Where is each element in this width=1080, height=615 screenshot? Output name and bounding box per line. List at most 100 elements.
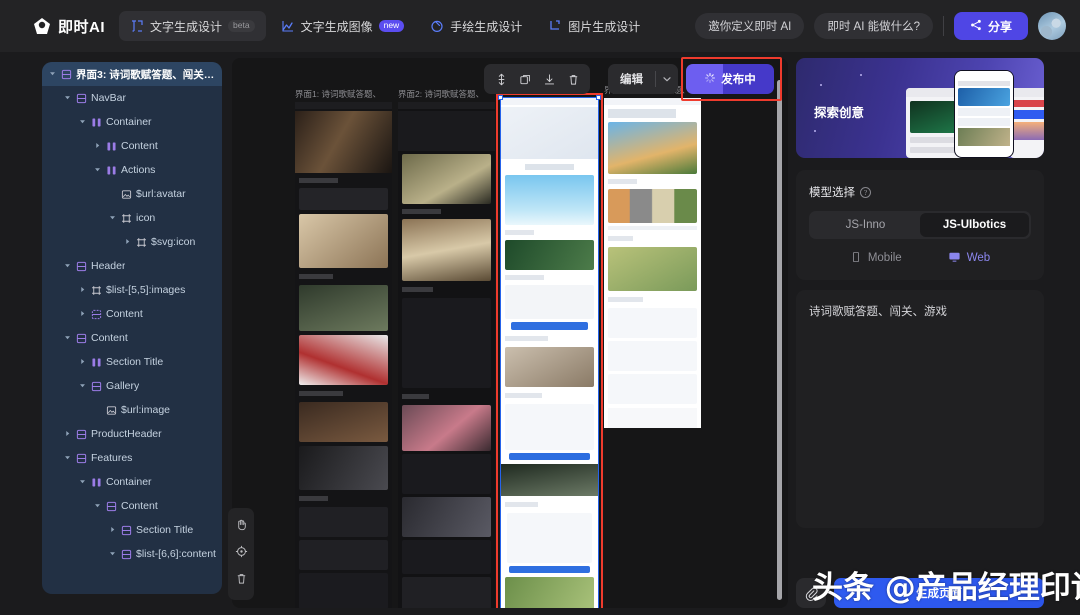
edit-button[interactable]: 编辑 (608, 71, 655, 87)
frame-preview[interactable] (398, 102, 495, 608)
layer-row[interactable]: Header (42, 254, 222, 278)
layer-caret-icon[interactable] (63, 454, 72, 463)
duplicate-icon[interactable] (514, 68, 536, 90)
question-icon[interactable]: ? (860, 186, 871, 198)
layer-caret-icon[interactable] (63, 262, 72, 271)
layer-row[interactable]: Container (42, 470, 222, 494)
define-ai-button[interactable]: 邀你定义即时 AI (695, 13, 805, 39)
chevron-down-icon[interactable] (656, 74, 678, 84)
layer-row[interactable]: Section Title (42, 350, 222, 374)
layer-label: Features (91, 452, 133, 464)
layer-row[interactable]: Content (42, 494, 222, 518)
layer-row[interactable]: Gallery (42, 374, 222, 398)
layer-caret-icon[interactable] (78, 478, 87, 487)
layer-caret-icon[interactable] (63, 94, 72, 103)
layer-caret-icon[interactable] (78, 358, 87, 367)
model-option-js-inno[interactable]: JS-Inno (811, 213, 920, 237)
layer-label: Gallery (106, 380, 140, 392)
group-icon (121, 213, 132, 224)
layer-caret-icon[interactable] (108, 526, 117, 535)
layer-row[interactable]: $list-[6,6]:content (42, 542, 222, 566)
layer-caret-icon[interactable] (63, 430, 72, 439)
layer-row[interactable]: $url:avatar (42, 182, 222, 206)
user-avatar[interactable] (1038, 12, 1066, 40)
frame-icon (76, 93, 87, 104)
frame-preview[interactable] (604, 98, 701, 428)
trash-icon[interactable] (562, 68, 584, 90)
prompt-text[interactable]: 诗词歌赋答题、闯关、游戏 (809, 304, 1031, 321)
layer-caret-icon[interactable] (93, 502, 102, 511)
layer-caret-icon[interactable] (108, 550, 117, 559)
brand[interactable]: 即时AI (32, 16, 105, 37)
design-canvas[interactable]: 界面1: 诗词歌赋答题、 界面2: 诗词歌赋答题、界面3: 诗词歌赋答题、界面4:… (232, 58, 788, 608)
canvas-frame[interactable]: 界面3: 诗词歌赋答题、 (496, 85, 603, 608)
layer-panel: 界面3: 诗词歌赋答题、闯关、… NavBar Container Content Ac… (42, 62, 222, 594)
layer-caret-icon[interactable] (78, 118, 87, 127)
nav-sketch-to-design[interactable]: 手绘生成设计 (419, 11, 533, 41)
platform-web[interactable]: Web (948, 250, 990, 266)
frame-preview[interactable] (295, 102, 392, 608)
layer-label: Section Title (136, 524, 194, 536)
canvas-scrollbar[interactable] (777, 80, 782, 600)
layer-label: $url:avatar (136, 188, 186, 200)
prompt-card[interactable]: 诗词歌赋答题、闯关、游戏 (796, 290, 1044, 528)
model-select-label: 模型选择 (809, 187, 855, 199)
canvas-frame[interactable]: 界面4: 诗词歌赋答题、 (604, 85, 701, 428)
layer-row[interactable]: $list-[5,5]:images (42, 278, 222, 302)
mobile-icon (850, 251, 862, 266)
promo-banner[interactable]: 探索创意 (796, 58, 1044, 158)
monitor-icon (948, 250, 961, 266)
layer-row[interactable]: ProductHeader (42, 422, 222, 446)
layer-tree: 界面3: 诗词歌赋答题、闯关、… NavBar Container Content Ac… (42, 62, 222, 566)
primary-nav: 文字生成设计 beta 文字生成图像 new 手绘生成设计 图片生成设计 (119, 11, 651, 41)
layer-row[interactable]: Actions (42, 158, 222, 182)
publish-button[interactable]: 发布中 (686, 64, 774, 94)
promo-title: 探索创意 (814, 106, 865, 120)
layer-caret-icon[interactable] (63, 334, 72, 343)
model-option-js-uibotics[interactable]: JS-UIbotics (920, 213, 1029, 237)
layer-row[interactable]: Container (42, 110, 222, 134)
layer-row[interactable]: 界面3: 诗词歌赋答题、闯关、… (42, 62, 222, 86)
layer-row[interactable]: Content (42, 326, 222, 350)
layer-caret-icon[interactable] (78, 286, 87, 295)
canvas-scrollbar-thumb[interactable] (777, 80, 782, 600)
hand-icon[interactable] (235, 518, 248, 536)
watermark-text: 头条 @产品经理印记 (812, 570, 1080, 606)
group-icon (136, 237, 147, 248)
platform-mobile[interactable]: Mobile (850, 250, 902, 266)
frame-label[interactable]: 界面2: 诗词歌赋答题、 (398, 88, 484, 100)
layer-caret-icon[interactable] (78, 382, 87, 391)
layer-row[interactable]: Content (42, 302, 222, 326)
layer-row[interactable]: $svg:icon (42, 230, 222, 254)
layer-label: $url:image (121, 404, 171, 416)
nav-image-to-design[interactable]: 图片生成设计 (537, 11, 651, 41)
layer-row[interactable]: NavBar (42, 86, 222, 110)
resize-handle[interactable] (498, 95, 503, 100)
layer-row[interactable]: icon (42, 206, 222, 230)
layer-row[interactable]: $url:image (42, 398, 222, 422)
layer-row[interactable]: Content (42, 134, 222, 158)
canvas-frame[interactable]: 界面2: 诗词歌赋答题、 (398, 89, 495, 608)
resize-handle[interactable] (596, 95, 601, 100)
layer-caret-icon[interactable] (123, 238, 132, 247)
download-icon[interactable] (538, 68, 560, 90)
nav-text-to-image[interactable]: 文字生成图像 new (270, 11, 416, 41)
nav-text-to-design[interactable]: 文字生成设计 beta (119, 11, 266, 41)
trash-icon[interactable] (235, 572, 248, 590)
layer-row[interactable]: Section Title (42, 518, 222, 542)
columns-icon (91, 117, 102, 128)
layer-caret-icon[interactable] (78, 310, 87, 319)
resize-vertical-icon[interactable] (490, 68, 512, 90)
share-button[interactable]: 分享 (953, 12, 1028, 40)
target-icon[interactable] (235, 545, 248, 563)
layer-caret-icon[interactable] (48, 70, 57, 79)
layer-label: NavBar (91, 92, 127, 104)
canvas-frame[interactable]: 界面1: 诗词歌赋答题、 (295, 89, 392, 608)
frame-label[interactable]: 界面1: 诗词歌赋答题、 (295, 88, 381, 100)
layer-caret-icon[interactable] (93, 166, 102, 175)
layer-row[interactable]: Features (42, 446, 222, 470)
frame-preview[interactable] (500, 97, 599, 608)
layer-caret-icon[interactable] (93, 142, 102, 151)
what-can-ai-do-button[interactable]: 即时 AI 能做什么? (814, 13, 933, 39)
layer-caret-icon[interactable] (108, 214, 117, 223)
